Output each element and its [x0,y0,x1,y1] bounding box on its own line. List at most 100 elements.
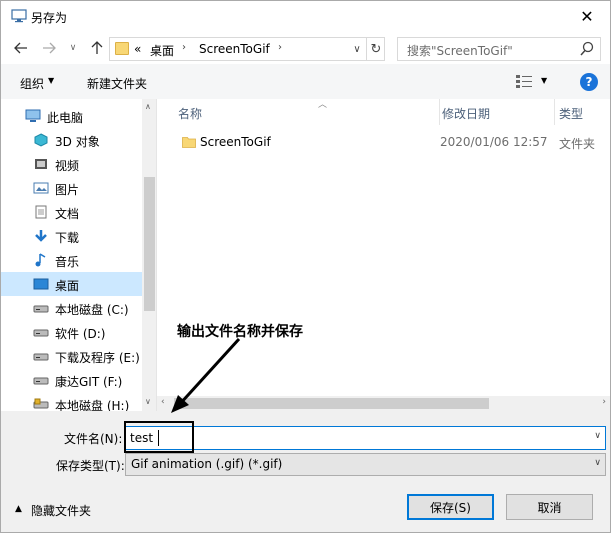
locked-drive-icon [33,398,49,409]
monitor-icon [11,9,27,23]
close-icon: ✕ [580,7,594,26]
title-bar: 另存为 ✕ [1,1,610,32]
video-icon [35,159,47,169]
filetype-select[interactable]: Gif animation (.gif) (*.gif) ∨ [125,453,606,476]
arrow-right-icon [43,42,56,54]
arrow-up-icon [91,41,103,54]
download-icon [35,230,47,242]
document-icon [35,205,47,219]
nav-scrollbar-thumb[interactable] [144,177,155,311]
cube-icon [34,133,48,147]
drive-icon [33,329,49,337]
file-row[interactable]: ScreenToGif 2020/01/06 12:57 文件夹 [157,132,610,154]
nav-item[interactable]: 软件 (D:) [1,320,142,344]
drive-icon [33,377,49,385]
breadcrumb-separator-icon[interactable]: › [182,42,186,53]
up-button[interactable] [87,38,107,58]
annotation-text: 输出文件名称并保存 [177,324,303,340]
command-bar: 组织 ▼ 新建文件夹 ▼ ? [1,64,610,99]
nav-item[interactable]: 下载及程序 (E:) [1,344,142,368]
nav-item[interactable]: 本地磁盘 (H:) [1,392,142,411]
computer-icon [25,109,41,122]
breadcrumb-desktop[interactable]: 桌面 [150,42,174,59]
triangle-down-icon[interactable]: ▼ [48,76,54,85]
breadcrumb-screentogif[interactable]: ScreenToGif [199,42,270,56]
hide-folders-toggle[interactable]: 隐藏文件夹 [31,502,91,519]
sort-ascending-icon: ︿ [318,100,328,110]
help-button[interactable]: ? [580,73,598,91]
nav-item-label: 下载 [55,231,80,245]
arrow-left-icon [14,42,27,54]
horizontal-scrollbar[interactable]: ‹ › [157,396,610,411]
column-header-date[interactable]: 修改日期 [439,99,552,125]
close-button[interactable]: ✕ [564,1,610,32]
back-button[interactable] [11,38,31,58]
file-date: 2020/01/06 12:57 [440,135,548,149]
address-dropdown-icon[interactable]: ∨ [348,41,366,57]
new-folder-button[interactable]: 新建文件夹 [87,75,147,92]
horizontal-scrollbar-thumb[interactable] [174,398,489,409]
chevron-down-icon[interactable]: ∨ [594,431,601,441]
column-header-type[interactable]: 类型 [554,99,610,125]
breadcrumb-overflow[interactable]: « [134,42,141,56]
nav-item-label: 桌面 [55,279,80,293]
nav-item[interactable]: 视频 [1,152,142,176]
help-icon: ? [585,75,593,89]
file-type: 文件夹 [559,137,596,151]
cancel-button[interactable]: 取消 [506,494,593,520]
scroll-left-icon[interactable]: ‹ [161,397,165,407]
window-title: 另存为 [31,11,68,25]
nav-item-label: 康达GIT (F:) [55,375,123,389]
nav-item[interactable]: 此电脑 [1,104,142,128]
search-placeholder: 搜索"ScreenToGif" [407,44,513,58]
search-icon[interactable] [580,41,594,57]
drive-icon [33,353,49,361]
file-name: ScreenToGif [200,135,271,149]
filename-label: 文件名(N): [64,432,123,446]
address-bar[interactable]: « 桌面 › ScreenToGif › ∨ ↻ [109,37,385,61]
scroll-down-icon[interactable]: ∨ [145,397,151,406]
forward-button[interactable] [39,38,59,58]
filename-field[interactable]: test ∨ [125,426,606,450]
drive-icon [33,305,49,313]
nav-item[interactable]: 3D 对象 [1,128,142,152]
scroll-up-icon[interactable]: ∧ [145,102,151,111]
chevron-down-icon[interactable]: ∨ [594,458,601,468]
chevron-up-icon[interactable]: ▲ [15,504,22,514]
triangle-down-icon[interactable]: ▼ [541,76,547,85]
nav-item-label: 本地磁盘 (H:) [55,399,130,411]
save-button[interactable]: 保存(S) [407,494,494,520]
filetype-label: 保存类型(T): [56,459,125,473]
music-icon [35,253,46,267]
organize-button[interactable]: 组织 [20,75,44,92]
nav-item-label: 软件 (D:) [55,327,106,341]
filetype-value: Gif animation (.gif) (*.gif) [131,457,283,471]
nav-item[interactable]: 文档 [1,200,142,224]
nav-item[interactable]: 康达GIT (F:) [1,368,142,392]
chevron-down-icon: ∨ [69,43,77,53]
folder-icon [182,137,196,148]
file-list: ︿ 名称 修改日期 类型 ScreenToGif 2020/01/06 12:5… [157,99,610,411]
picture-icon [33,182,49,194]
nav-item[interactable]: 本地磁盘 (C:) [1,296,142,320]
nav-item-label: 视频 [55,159,80,173]
nav-item-label: 下载及程序 (E:) [55,351,140,365]
nav-item[interactable]: 下载 [1,224,142,248]
nav-item[interactable]: 音乐 [1,248,142,272]
refresh-icon[interactable]: ↻ [366,38,385,60]
breadcrumb-separator-icon[interactable]: › [278,42,282,53]
nav-item-label: 音乐 [55,255,80,269]
recent-locations-button[interactable]: ∨ [63,38,83,58]
nav-scrollbar[interactable]: ∧ ∨ [142,99,156,411]
nav-item-label: 图片 [55,183,80,197]
navigation-pane: ∧ ∨ 此电脑 3D 对象视频图片文档下载音乐桌面本地磁盘 (C:) 软件 (D:)… [1,99,157,411]
nav-item-label: 本地磁盘 (C:) [55,303,129,317]
nav-item[interactable]: 图片 [1,176,142,200]
scroll-right-icon[interactable]: › [602,397,606,407]
search-input[interactable]: 搜索"ScreenToGif" [397,37,601,61]
folder-icon [115,42,129,55]
column-header-name[interactable]: ︿ 名称 [178,99,436,125]
view-options-icon[interactable] [515,73,533,89]
nav-item[interactable]: 桌面 [1,272,142,296]
nav-item-label: 3D 对象 [55,135,100,149]
